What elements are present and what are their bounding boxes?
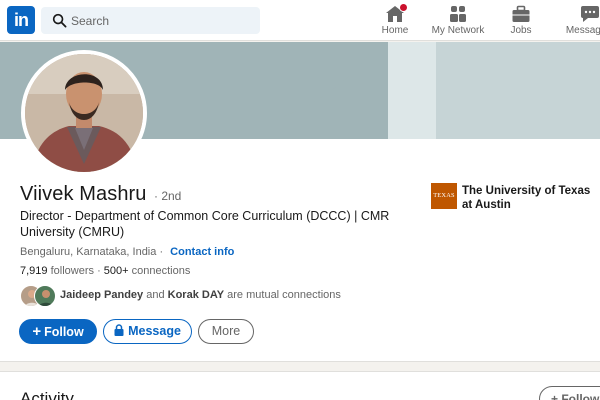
search-icon xyxy=(52,13,67,28)
mutual-name-2[interactable]: Korak DAY xyxy=(168,289,224,301)
top-navigation-bar: in Home My Network Jobs xyxy=(0,0,600,41)
mutual-connections-text: Jaideep Pandey and Korak DAY are mutual … xyxy=(60,289,341,301)
chat-bubble-icon xyxy=(581,6,599,22)
briefcase-icon xyxy=(512,5,530,22)
person-photo-icon xyxy=(25,54,143,172)
message-button[interactable]: Message xyxy=(103,319,192,344)
activity-follow-label: Follow xyxy=(561,392,600,400)
location-separator: · xyxy=(159,246,164,258)
stats-separator: · xyxy=(97,265,101,277)
search-box[interactable] xyxy=(41,7,260,34)
more-label: More xyxy=(211,324,241,338)
profile-stats: 7,919 followers · 500+ connections xyxy=(20,265,190,277)
university-logo: TEXAS xyxy=(431,183,457,209)
person-icon xyxy=(38,290,54,306)
profile-headline: Director - Department of Common Core Cur… xyxy=(20,209,390,239)
activity-follow-button[interactable]: + Follow xyxy=(539,386,600,400)
activity-section: Activity + Follow xyxy=(0,371,600,400)
connections-label: connections xyxy=(131,265,191,277)
follow-label: Follow xyxy=(44,325,84,339)
connections-count: 500+ xyxy=(103,265,129,277)
search-input[interactable] xyxy=(71,7,251,34)
nav-messaging[interactable]: Messaging xyxy=(560,0,600,41)
profile-photo[interactable] xyxy=(21,50,147,176)
nav-my-network[interactable]: My Network xyxy=(428,0,488,41)
nav-messaging-label: Messaging xyxy=(565,25,600,36)
profile-name: Viivek Mashru xyxy=(20,183,147,205)
connection-degree: · 2nd xyxy=(154,189,182,203)
nav-jobs[interactable]: Jobs xyxy=(502,0,540,41)
followers-label: followers xyxy=(50,265,94,277)
mutual-suffix: are mutual connections xyxy=(227,289,341,301)
mutual-name-1[interactable]: Jaideep Pandey xyxy=(60,289,143,301)
mutual-avatar xyxy=(34,285,56,307)
message-label: Message xyxy=(128,324,181,338)
mutual-joiner: and xyxy=(146,289,165,301)
nav-home-label: Home xyxy=(381,25,409,36)
nav-jobs-label: Jobs xyxy=(510,25,532,36)
plus-icon: + xyxy=(32,323,42,340)
profile-card: Viivek Mashru · 2nd Director - Departmen… xyxy=(0,42,600,362)
nav-my-network-label: My Network xyxy=(431,25,485,36)
more-button[interactable]: More xyxy=(198,319,254,344)
activity-title: Activity xyxy=(20,389,74,400)
people-icon xyxy=(450,6,466,22)
notification-badge xyxy=(399,3,408,12)
profile-name-row: Viivek Mashru · 2nd xyxy=(20,183,181,206)
profile-location: Bengaluru, Karnataka, India xyxy=(20,246,157,258)
contact-info-link[interactable]: Contact info xyxy=(170,246,234,258)
education-name: The University of Texas at Austin xyxy=(462,185,591,211)
profile-location-row: Bengaluru, Karnataka, India · Contact in… xyxy=(20,246,234,258)
linkedin-logo[interactable]: in xyxy=(7,6,35,34)
follow-button[interactable]: + Follow xyxy=(19,319,97,344)
plus-icon: + xyxy=(551,392,562,400)
followers-count: 7,919 xyxy=(20,265,48,277)
nav-home[interactable]: Home xyxy=(375,0,415,41)
lock-icon xyxy=(114,324,124,336)
